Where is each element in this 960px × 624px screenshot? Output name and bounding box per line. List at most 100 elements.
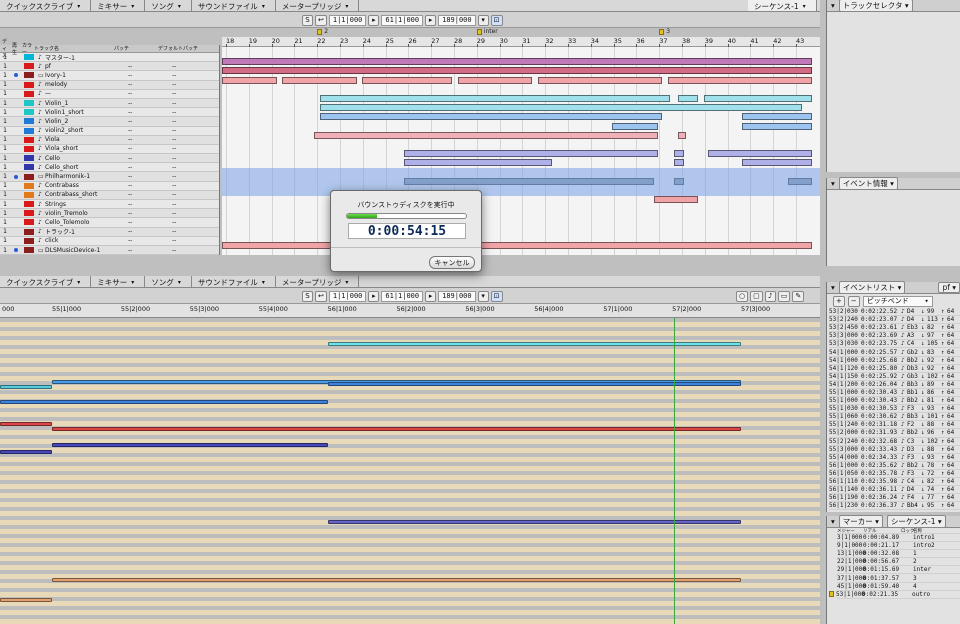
marker-flag[interactable]: inter bbox=[476, 28, 498, 35]
track-row[interactable]: 1 ♪ Viola -- -- bbox=[0, 135, 219, 145]
track-name[interactable]: Cello_Tolemolo bbox=[45, 219, 128, 226]
track-patch[interactable]: -- bbox=[128, 155, 172, 162]
track-default-patch[interactable]: -- bbox=[172, 182, 216, 189]
track-name[interactable]: マスター-1 bbox=[45, 53, 128, 62]
track-name[interactable]: Contrabass_short bbox=[45, 191, 128, 198]
track-row[interactable]: 1 ♪ Violin_2 -- -- bbox=[0, 117, 219, 127]
s-button[interactable]: S bbox=[302, 14, 313, 26]
sequence-region[interactable] bbox=[314, 131, 658, 139]
start-position-field[interactable]: 1|1|000 bbox=[328, 14, 367, 26]
track-row[interactable]: 1 ▭ Philharmonik-1 -- -- bbox=[0, 172, 219, 182]
track-color-swatch[interactable] bbox=[24, 81, 34, 88]
track-patch[interactable]: -- bbox=[128, 191, 172, 198]
add-event-button[interactable]: + bbox=[833, 295, 845, 307]
track-color-swatch[interactable] bbox=[24, 136, 34, 143]
marker-row[interactable]: 29|1|000 0:01:15.69 inter bbox=[837, 566, 960, 575]
event-info-menu[interactable]: イベント情報 ▾ bbox=[838, 177, 898, 190]
track-name[interactable]: Viola bbox=[45, 136, 128, 143]
track-color-swatch[interactable] bbox=[24, 164, 34, 171]
track-color-swatch[interactable] bbox=[24, 228, 34, 235]
track-name[interactable]: melody bbox=[45, 81, 128, 88]
playhead[interactable] bbox=[674, 318, 675, 624]
track-name[interactable]: Ivory-1 bbox=[45, 72, 128, 79]
track-color-swatch[interactable] bbox=[24, 247, 34, 254]
expand-icon[interactable]: ▾ bbox=[831, 1, 835, 10]
track-patch[interactable]: -- bbox=[128, 136, 172, 143]
track-name[interactable]: Cello_short bbox=[45, 164, 128, 171]
marker-sequence-tab[interactable]: シーケンス-1 ▾ bbox=[886, 515, 946, 528]
tab-sequence[interactable]: シーケンス-1 ▾ bbox=[748, 0, 817, 11]
event-row[interactable]: 55|1|000 0:02:30.43 ♪ Bb2 ↓ 81 ↑ 64 bbox=[829, 397, 960, 406]
track-default-patch[interactable]: -- bbox=[172, 164, 216, 171]
track-name[interactable]: Strings bbox=[45, 201, 128, 208]
track-default-patch[interactable]: -- bbox=[172, 173, 216, 180]
track-default-patch[interactable]: -- bbox=[172, 63, 216, 70]
end-position-field[interactable]: 61|1|000 bbox=[381, 14, 424, 26]
end-position-field[interactable]: 61|1|000 bbox=[381, 290, 424, 302]
event-row[interactable]: 55|4|000 0:02:34.33 ♪ F3 ↓ 93 ↑ 64 bbox=[829, 454, 960, 462]
track-patch[interactable]: -- bbox=[128, 237, 172, 244]
track-patch[interactable]: -- bbox=[128, 81, 172, 88]
event-row[interactable]: 56|1|110 0:02:35.98 ♪ C4 ↓ 82 ↑ 64 bbox=[829, 478, 960, 487]
track-color-swatch[interactable] bbox=[24, 155, 34, 162]
track-row[interactable]: 1 ♪ click -- -- bbox=[0, 237, 219, 246]
track-default-patch[interactable]: -- bbox=[172, 145, 216, 152]
track-patch[interactable]: -- bbox=[128, 219, 172, 226]
track-row[interactable]: 1 ♪ Cello -- -- bbox=[0, 154, 219, 164]
track-row[interactable]: 1 ♪ トラック-1 -- -- bbox=[0, 227, 219, 237]
midi-note[interactable] bbox=[0, 400, 328, 404]
track-row[interactable]: 1 ♪ Viola_short -- -- bbox=[0, 145, 219, 155]
event-row[interactable]: 53|2|240 0:02:23.07 ♪ D4 ↓ 113 ↑ 64 bbox=[829, 316, 960, 325]
event-row[interactable]: 56|1|190 0:02:36.24 ♪ F4 ↓ 77 ↑ 64 bbox=[829, 494, 960, 503]
midi-note[interactable] bbox=[52, 443, 328, 447]
event-row[interactable]: 56|1|140 0:02:36.11 ♪ D4 ↓ 74 ↑ 64 bbox=[829, 486, 960, 495]
midi-note[interactable] bbox=[0, 598, 52, 602]
track-name[interactable]: pf bbox=[45, 63, 128, 70]
midi-note[interactable] bbox=[0, 450, 52, 454]
track-color-swatch[interactable] bbox=[24, 90, 34, 97]
track-row[interactable]: 1 ♪ pf -- -- bbox=[0, 62, 219, 72]
sequence-region[interactable] bbox=[404, 159, 552, 167]
track-patch[interactable]: -- bbox=[128, 100, 172, 107]
event-row[interactable]: 56|1|050 0:02:35.78 ♪ F3 ↓ 72 ↑ 64 bbox=[829, 470, 960, 478]
sequence-region[interactable] bbox=[404, 150, 658, 158]
midi-note[interactable] bbox=[0, 422, 52, 426]
arrow-right-icon[interactable]: ▸ bbox=[425, 14, 437, 26]
midi-note[interactable] bbox=[328, 382, 741, 386]
marker-row[interactable]: 13|1|000 0:00:32.08 1 bbox=[837, 550, 960, 559]
event-list-track-tab[interactable]: pf ▾ bbox=[938, 282, 960, 293]
tab-mixer[interactable]: ミキサー ▾ bbox=[91, 0, 146, 11]
marker-row[interactable]: 9|1|000 0:00:21.17 intro2 bbox=[837, 542, 960, 551]
sequence-region[interactable] bbox=[674, 150, 684, 158]
track-patch[interactable]: -- bbox=[128, 182, 172, 189]
midi-note[interactable] bbox=[52, 578, 741, 582]
sequence-region[interactable] bbox=[458, 76, 532, 84]
sequence-region[interactable] bbox=[222, 242, 812, 250]
sequence-region[interactable] bbox=[742, 122, 812, 130]
track-default-patch[interactable]: -- bbox=[172, 210, 216, 217]
track-color-swatch[interactable] bbox=[24, 145, 34, 152]
track-play-enable[interactable] bbox=[10, 174, 22, 179]
marker-menu[interactable]: マーカー ▾ bbox=[838, 515, 883, 528]
track-selector-menu[interactable]: トラックセレクタ ▾ bbox=[838, 0, 913, 12]
sequence-region[interactable] bbox=[320, 113, 662, 121]
track-row[interactable]: 1 ▭ Ivory-1 -- -- bbox=[0, 71, 219, 81]
bar-ruler[interactable]: 18 19 20 21 22 23 24 25 26 27 28 29 30 31 32 33 34 35 36 37… bbox=[222, 37, 820, 47]
start-position-field[interactable]: 1|1|000 bbox=[328, 290, 367, 302]
event-row[interactable]: 56|1|230 0:02:36.37 ♪ Bb4 ↓ 95 ↑ 64 bbox=[829, 502, 960, 511]
event-row[interactable]: 54|1|150 0:02:25.92 ♪ Gb3 ↓ 102 ↑ 64 bbox=[829, 373, 960, 381]
event-row[interactable]: 53|2|030 0:02:22.52 ♪ D4 ↓ 99 ↑ 64 bbox=[829, 308, 960, 317]
event-row[interactable]: 53|3|000 0:02:23.69 ♪ A3 ↓ 97 ↑ 64 bbox=[829, 332, 960, 341]
track-name[interactable]: Viola_short bbox=[45, 145, 128, 152]
track-color-swatch[interactable] bbox=[24, 54, 34, 61]
track-row[interactable]: 1 ♪ Cello_short -- -- bbox=[0, 163, 219, 173]
track-name[interactable]: トラック-1 bbox=[45, 227, 128, 236]
sequence-region[interactable] bbox=[320, 95, 670, 102]
note-icon[interactable]: ♪ bbox=[764, 290, 776, 302]
track-patch[interactable]: -- bbox=[128, 247, 172, 254]
sequence-region[interactable] bbox=[654, 196, 698, 204]
track-patch[interactable]: -- bbox=[128, 90, 172, 97]
track-color-swatch[interactable] bbox=[24, 118, 34, 125]
track-color-swatch[interactable] bbox=[24, 191, 34, 198]
track-default-patch[interactable]: -- bbox=[172, 228, 216, 235]
